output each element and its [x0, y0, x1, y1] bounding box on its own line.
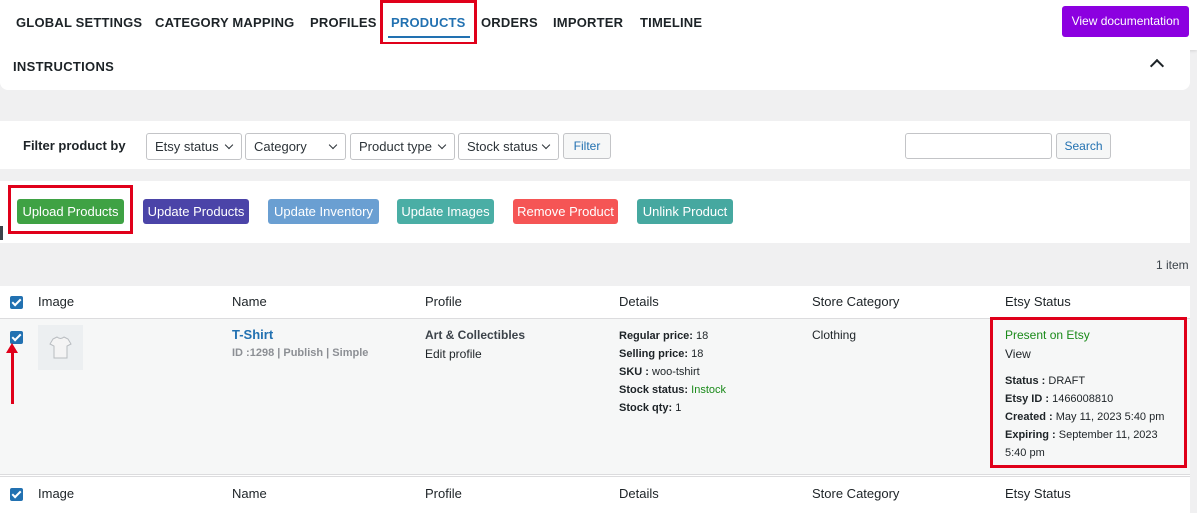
- sku-label: SKU :: [619, 366, 649, 378]
- profile-name: Art & Collectibles: [425, 328, 526, 342]
- footer-header-profile: Profile: [425, 486, 462, 501]
- footer-header-store-category: Store Category: [812, 486, 900, 501]
- regular-price-value: 18: [696, 330, 709, 342]
- instructions-panel[interactable]: INSTRUCTIONS: [0, 44, 1190, 90]
- selling-price-value: 18: [691, 348, 704, 360]
- product-thumbnail[interactable]: [38, 325, 83, 370]
- unlink-product-button[interactable]: Unlink Product: [637, 199, 733, 224]
- scroll-edge-marker: [0, 226, 3, 240]
- column-header-etsy-status: Etsy Status: [1005, 294, 1071, 309]
- footer-divider: [0, 476, 1190, 477]
- tab-profiles[interactable]: PROFILES: [310, 15, 377, 30]
- tab-global-settings[interactable]: GLOBAL SETTINGS: [16, 15, 142, 30]
- product-meta: ID :1298 | Publish | Simple: [232, 347, 369, 359]
- etsy-status-highlight: [990, 317, 1187, 468]
- tab-category-mapping[interactable]: CATEGORY MAPPING: [155, 15, 294, 30]
- update-inventory-button[interactable]: Update Inventory: [268, 199, 379, 224]
- tab-orders[interactable]: ORDERS: [481, 15, 538, 30]
- products-tab-highlight: [380, 0, 477, 45]
- filter-button[interactable]: Filter: [563, 133, 611, 159]
- etsy-status-select-value: Etsy status: [155, 139, 219, 154]
- category-select[interactable]: Category: [245, 133, 346, 160]
- sku-value: woo-tshirt: [652, 366, 700, 378]
- stock-status-select-value: Stock status: [467, 139, 538, 154]
- tab-importer[interactable]: IMPORTER: [553, 15, 623, 30]
- stock-status-select[interactable]: Stock status: [458, 133, 559, 160]
- product-name-link[interactable]: T-Shirt: [232, 327, 273, 342]
- column-header-details: Details: [619, 294, 659, 309]
- footer-header-details: Details: [619, 486, 659, 501]
- stock-qty-label: Stock qty:: [619, 402, 673, 414]
- update-images-button[interactable]: Update Images: [397, 199, 494, 224]
- footer-header-image: Image: [38, 486, 75, 501]
- store-category-value: Clothing: [812, 328, 857, 342]
- remove-product-button[interactable]: Remove Product: [513, 199, 618, 224]
- product-type-select-value: Product type: [359, 139, 432, 154]
- update-products-button[interactable]: Update Products: [143, 199, 249, 224]
- stock-qty-value: 1: [675, 402, 682, 414]
- top-navigation: GLOBAL SETTINGS CATEGORY MAPPING PROFILE…: [0, 0, 1197, 50]
- stock-status-label: Stock status:: [619, 384, 689, 396]
- column-header-name[interactable]: Name: [232, 294, 267, 309]
- select-all-checkbox[interactable]: [10, 296, 23, 309]
- chevron-down-icon: [328, 140, 338, 150]
- category-select-value: Category: [254, 139, 307, 154]
- selling-price-label: Selling price:: [619, 348, 689, 360]
- edit-profile-link[interactable]: Edit profile: [425, 345, 482, 363]
- column-header-profile: Profile: [425, 294, 462, 309]
- chevron-down-icon: [437, 140, 447, 150]
- item-count: 1 item: [1156, 258, 1189, 272]
- search-input[interactable]: [905, 133, 1052, 159]
- footer-header-name[interactable]: Name: [232, 486, 267, 501]
- filter-label: Filter product by: [23, 138, 126, 153]
- search-button[interactable]: Search: [1056, 133, 1111, 159]
- product-details: Regular price: 18 Selling price: 18 SKU …: [619, 327, 726, 417]
- tshirt-icon: [49, 336, 72, 359]
- product-type-select[interactable]: Product type: [350, 133, 455, 160]
- view-documentation-button[interactable]: View documentation: [1062, 6, 1189, 37]
- column-header-store-category: Store Category: [812, 294, 900, 309]
- tab-timeline[interactable]: TIMELINE: [640, 15, 702, 30]
- footer-header-etsy-status: Etsy Status: [1005, 486, 1071, 501]
- column-header-image: Image: [38, 294, 75, 309]
- etsy-status-select[interactable]: Etsy status: [146, 133, 242, 160]
- regular-price-label: Regular price:: [619, 330, 693, 342]
- annotation-arrow: [11, 350, 14, 404]
- stock-status-value: Instock: [691, 384, 726, 396]
- select-all-checkbox-footer[interactable]: [10, 488, 23, 501]
- chevron-down-icon: [541, 140, 551, 150]
- upload-button-highlight: [8, 185, 133, 234]
- instructions-title: INSTRUCTIONS: [13, 59, 115, 74]
- chevron-down-icon: [224, 140, 234, 150]
